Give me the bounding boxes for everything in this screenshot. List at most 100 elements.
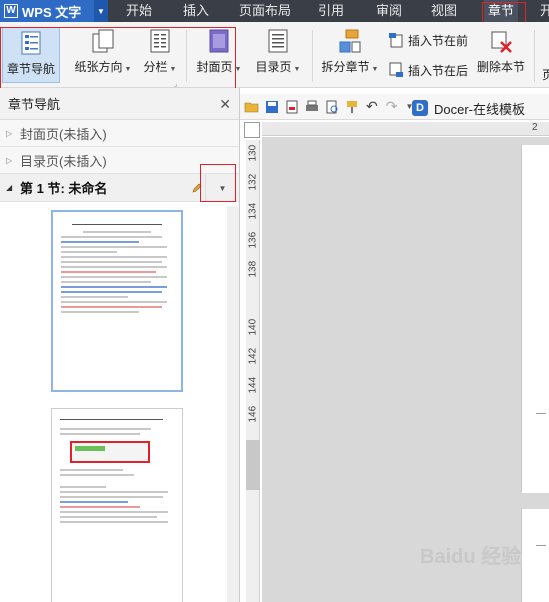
pencil-icon[interactable] bbox=[191, 182, 203, 194]
thumb-line bbox=[61, 261, 162, 263]
menu-references[interactable]: 引用 bbox=[318, 0, 344, 22]
menu-insert[interactable]: 插入 bbox=[183, 0, 209, 22]
thumb-line bbox=[60, 433, 140, 435]
ruler-number: 142 bbox=[247, 347, 259, 365]
nav-pane-title: 章节导航 bbox=[8, 97, 61, 112]
docer-template-tab[interactable]: D Docer-在线模板 bbox=[412, 96, 549, 120]
cover-page-button[interactable]: 封面页 ▼ bbox=[194, 26, 244, 82]
thumb-line bbox=[60, 491, 169, 493]
thumb-line bbox=[61, 276, 168, 278]
nav-pane-header: 章节导航 ✕ bbox=[0, 88, 239, 120]
ruler-margin-marker bbox=[246, 440, 260, 490]
chapter-nav-label: 章节导航 bbox=[6, 62, 55, 76]
thumb-line bbox=[61, 286, 168, 288]
thumb-line bbox=[61, 241, 140, 243]
watermark: Baidu 经验 bbox=[420, 546, 522, 568]
thumb-line bbox=[60, 496, 163, 498]
docer-logo-icon: D bbox=[412, 100, 428, 116]
split-chapter-icon bbox=[339, 29, 361, 53]
docer-tab-label: Docer-在线模板 bbox=[434, 101, 526, 117]
paper-direction-button[interactable]: 纸张方向 ▼ bbox=[72, 26, 134, 82]
dialog-launcher-icon[interactable]: ⌟ bbox=[174, 80, 177, 88]
document-canvas[interactable] bbox=[262, 137, 549, 602]
nav-item-section-1[interactable]: ◢ 第 1 节: 未命名 ▼ bbox=[0, 174, 239, 202]
redo-icon[interactable]: ↷ bbox=[386, 98, 398, 115]
menu-overflow[interactable]: 开 bbox=[540, 0, 549, 22]
thumb-image bbox=[70, 441, 150, 463]
ruler-number: 138 bbox=[247, 260, 259, 278]
cover-page-icon bbox=[209, 29, 229, 53]
format-painter-icon[interactable] bbox=[344, 99, 360, 115]
ruler-number: 132 bbox=[247, 173, 259, 191]
nav-item-label: 第 1 节: 未命名 bbox=[20, 181, 108, 196]
app-name: WPS 文字 bbox=[22, 4, 82, 20]
cover-page-label: 封面页 ▼ bbox=[196, 60, 242, 74]
delete-section-label: 删除本节 bbox=[476, 60, 525, 74]
app-menu-button[interactable]: W WPS 文字 ▼ bbox=[0, 0, 108, 22]
chapter-nav-button[interactable]: 章节导航 bbox=[2, 27, 60, 83]
menu-view[interactable]: 视图 bbox=[431, 0, 457, 22]
thumb-line bbox=[61, 296, 129, 298]
ruler-number: 130 bbox=[247, 144, 259, 162]
columns-button[interactable]: 分栏 ▼ bbox=[140, 26, 180, 82]
page-mark bbox=[536, 545, 546, 546]
thumb-line bbox=[61, 271, 157, 273]
insert-section-before-button[interactable]: 插入节在前 bbox=[388, 30, 468, 50]
export-pdf-icon[interactable] bbox=[284, 99, 300, 115]
thumb-line bbox=[83, 231, 151, 233]
expand-icon[interactable]: ▷ bbox=[6, 129, 20, 138]
toc-page-label: 目录页 ▼ bbox=[255, 60, 301, 74]
save-icon[interactable] bbox=[264, 99, 280, 115]
delete-section-button[interactable]: 删除本节 bbox=[474, 26, 528, 82]
print-icon[interactable] bbox=[304, 99, 320, 115]
expand-icon[interactable]: ▷ bbox=[6, 156, 20, 165]
toc-page-icon bbox=[268, 29, 288, 53]
paper-direction-icon bbox=[92, 29, 114, 53]
horizontal-ruler[interactable]: 2 bbox=[262, 122, 549, 136]
insert-before-icon bbox=[389, 33, 403, 48]
delete-section-icon bbox=[491, 31, 512, 53]
undo-icon[interactable]: ↶ bbox=[366, 98, 378, 115]
nav-item-label: 封面页(未插入) bbox=[20, 126, 107, 142]
page-thumbnail[interactable] bbox=[51, 210, 183, 392]
menu-chapter[interactable]: 章节 bbox=[481, 0, 527, 34]
ruler-number: 134 bbox=[247, 202, 259, 220]
page-thumbnail[interactable] bbox=[51, 408, 183, 602]
ribbon: 章节导航 纸张方向 ▼ 分栏 ▼ ⌟ 封面页 ▼ 目录页 ▼ 拆分章节 ▼ 插入… bbox=[0, 22, 549, 88]
nav-item-cover-page[interactable]: ▷ 封面页(未插入) bbox=[0, 120, 239, 147]
open-folder-icon[interactable] bbox=[244, 99, 260, 115]
thumbnail-scrollbar[interactable] bbox=[227, 206, 239, 602]
document-page[interactable] bbox=[521, 145, 549, 493]
vertical-ruler[interactable]: 130 132 134 136 138 140 142 144 146 148 bbox=[246, 140, 260, 602]
thumb-line bbox=[60, 501, 129, 503]
chevron-down-icon[interactable]: ▼ bbox=[94, 0, 108, 22]
thumb-line bbox=[60, 486, 106, 488]
thumb-line bbox=[60, 474, 135, 476]
ribbon-overflow-label[interactable]: 页 bbox=[542, 66, 549, 83]
thumb-line bbox=[61, 311, 140, 313]
thumb-line bbox=[60, 469, 123, 471]
menu-review[interactable]: 审阅 bbox=[376, 0, 402, 22]
insert-section-after-button[interactable]: 插入节在后 bbox=[388, 60, 468, 80]
collapse-icon[interactable]: ◢ bbox=[6, 183, 20, 192]
nav-item-toc-page[interactable]: ▷ 目录页(未插入) bbox=[0, 147, 239, 174]
chapter-nav-icon bbox=[21, 31, 41, 55]
thumb-line bbox=[61, 236, 162, 238]
ruler-corner[interactable] bbox=[244, 122, 260, 138]
close-icon[interactable]: ✕ bbox=[219, 96, 231, 113]
split-chapter-button[interactable]: 拆分章节 ▼ bbox=[318, 26, 382, 82]
thumb-line bbox=[61, 256, 168, 258]
columns-label: 分栏 ▼ bbox=[143, 60, 177, 74]
print-preview-icon[interactable] bbox=[324, 99, 340, 115]
thumb-line bbox=[61, 291, 162, 293]
document-page[interactable] bbox=[521, 509, 549, 602]
menu-page-layout[interactable]: 页面布局 bbox=[239, 0, 291, 22]
thumb-line bbox=[72, 224, 162, 225]
chevron-down-icon[interactable]: ▼ bbox=[205, 174, 239, 202]
thumb-line bbox=[61, 251, 117, 253]
toc-page-button[interactable]: 目录页 ▼ bbox=[252, 26, 304, 82]
menu-home[interactable]: 开始 bbox=[126, 0, 152, 22]
thumb-line bbox=[75, 446, 105, 451]
thumb-line bbox=[61, 281, 151, 283]
ruler-number: 140 bbox=[247, 318, 259, 336]
